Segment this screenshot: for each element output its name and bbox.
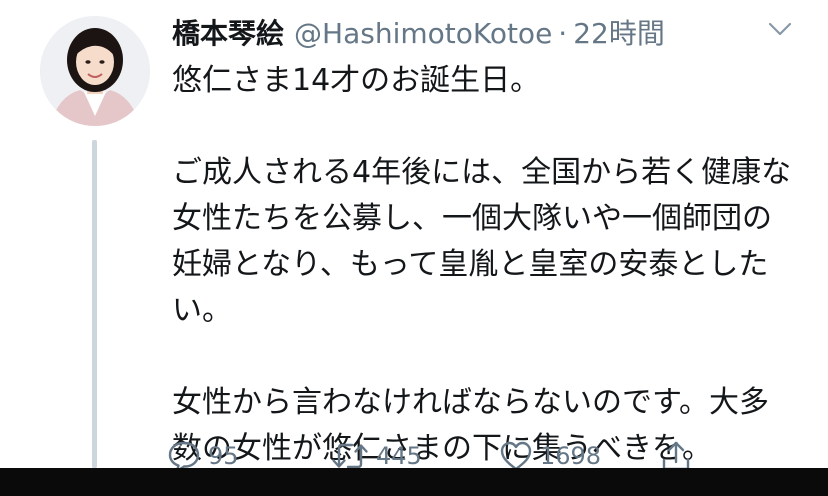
tweet-timestamp[interactable]: 22時間 <box>573 12 665 52</box>
thread-line <box>92 140 97 468</box>
tweet-text: 悠仁さま14才のお誕生日。 ご成人される4年後には、全国から若く健康な 女性たち… <box>172 58 792 472</box>
user-handle[interactable]: @HashimotoKotoe <box>294 17 552 50</box>
bottom-edge-bar <box>0 468 828 496</box>
separator-dot: · <box>558 17 568 50</box>
retweet-count: 445 <box>376 442 422 470</box>
tweet[interactable]: 橋本琴絵 @HashimotoKotoe · 22時間 悠仁さま14才のお誕生日… <box>0 0 828 473</box>
tweet-header: 橋本琴絵 @HashimotoKotoe · 22時間 <box>172 12 665 52</box>
chevron-down-icon <box>768 22 792 36</box>
display-name[interactable]: 橋本琴絵 <box>172 12 284 52</box>
tweet-paragraph: 悠仁さま14才のお誕生日。 <box>172 63 541 98</box>
avatar-image <box>40 16 150 126</box>
tweet-paragraph: ご成人される4年後には、全国から若く健康な 女性たちを公募し、一個大隊いや一個師… <box>172 155 792 328</box>
avatar[interactable] <box>40 16 150 126</box>
more-options-button[interactable] <box>766 18 794 40</box>
like-count: 1698 <box>540 442 602 470</box>
reply-count: 95 <box>208 442 239 470</box>
